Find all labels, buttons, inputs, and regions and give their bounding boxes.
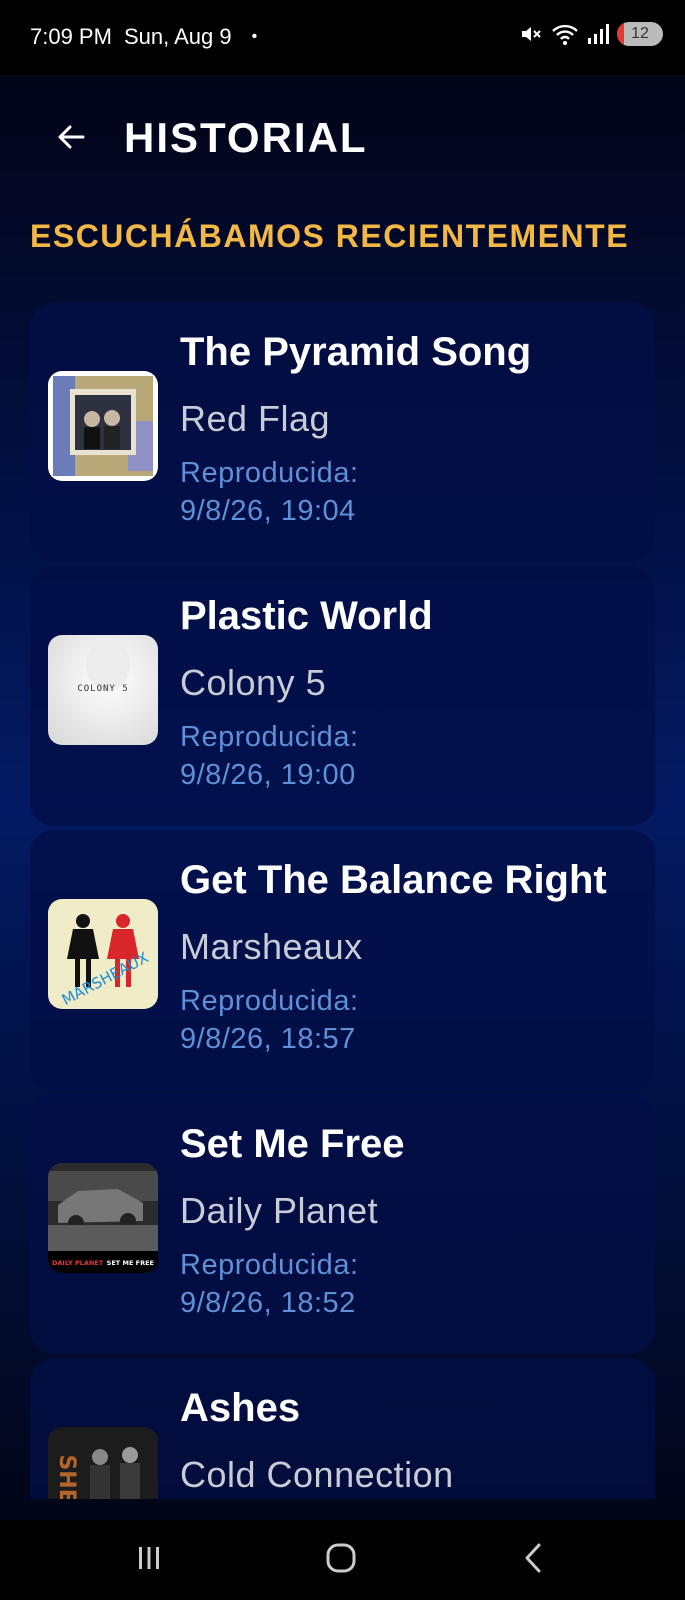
cover-text-left: DAILY PLANET [52,1259,104,1267]
nav-bar [0,1520,685,1600]
played-label: Reproducida: [180,985,359,1017]
played-label: Reproducida: [180,721,359,753]
app-header: HISTORIAL [0,100,685,180]
artist-name: Cold Connection [180,1454,454,1495]
played-time: 9/8/26, 18:52 [180,1287,356,1319]
artist-name: Red Flag [180,398,331,439]
artist-name: Colony 5 [180,662,327,703]
cover-text: COLONY 5 [77,684,128,694]
status-date: Sun, Aug 9 [123,24,232,49]
album-cover: DAILY PLANET SET ME FREE [48,1163,158,1273]
status-dot: • [251,28,258,45]
played-label: Reproducida: [180,457,359,489]
cover-text-right: SET ME FREE [107,1259,154,1267]
album-cover: MARSHEAUX [48,899,158,1009]
played-label: Reproducida: [180,1249,359,1281]
status-left: 7:09 PM Sun, Aug 9 • [30,24,257,50]
history-card[interactable]: COLONY 5 Plastic World Colony 5 Reproduc… [30,566,655,826]
album-cover [48,371,158,481]
album-cover: COLONY 5 [48,635,158,745]
arrow-left-icon [55,121,87,158]
section-title: ESCUCHÁBAMOS RECIENTEMENTE [30,218,630,254]
back-icon [521,1542,545,1579]
battery-level: 12 [631,25,649,42]
signal-icon [587,22,609,46]
history-card[interactable]: MARSHEAUX Get The Balance Right Marsheau… [30,830,655,1090]
history-card[interactable]: SHES Ashes Cold Connection [30,1358,655,1499]
wifi-icon [551,22,579,46]
song-title: Ashes [180,1386,301,1430]
song-title: The Pyramid Song [180,330,532,374]
nav-back-button[interactable] [503,1538,563,1582]
status-time: 7:09 PM [30,24,112,49]
home-button[interactable] [311,1538,371,1582]
artist-name: Daily Planet [180,1190,379,1231]
mute-icon [519,22,543,46]
cover-text: SHES [54,1454,79,1499]
battery-icon: 12 [617,22,663,46]
status-bar: 7:09 PM Sun, Aug 9 • 12 [0,0,685,75]
recents-button[interactable] [119,1538,179,1582]
artist-name: Marsheaux [180,926,363,967]
song-title: Set Me Free [180,1122,405,1166]
song-title: Get The Balance Right [180,858,607,902]
status-right: 12 [519,22,663,46]
history-card[interactable]: DAILY PLANET SET ME FREE Set Me Free Dai… [30,1094,655,1354]
history-list[interactable]: The Pyramid Song Red Flag Reproducida: 9… [30,302,655,1499]
played-time: 9/8/26, 19:04 [180,495,356,527]
recents-icon [134,1544,164,1577]
page-title: HISTORIAL [124,114,368,161]
home-icon [325,1542,357,1579]
song-title: Plastic World [180,594,433,638]
album-cover: SHES [48,1427,158,1499]
history-card[interactable]: The Pyramid Song Red Flag Reproducida: 9… [30,302,655,562]
played-time: 9/8/26, 18:57 [180,1023,356,1055]
played-time: 9/8/26, 19:00 [180,759,356,791]
back-button[interactable] [48,116,94,162]
